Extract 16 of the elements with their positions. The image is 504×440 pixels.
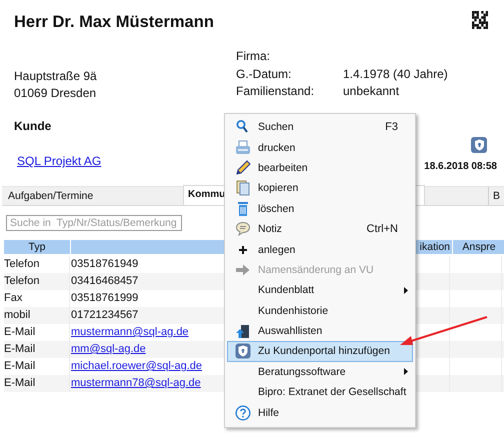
timestamp: 18.6.2018 08:58 [424,161,497,172]
customer-name: Herr Dr. Max Müstermann [14,13,214,32]
address-line: Hauptstraße 9ä [14,68,97,85]
table-cell: mobil [4,307,70,324]
table-cell: E-Mail [4,375,70,392]
customer-category: Kunde [14,118,52,135]
detail-value: 1.4.1978 (40 Jahre) [343,66,448,82]
table-cell: Telefon [4,273,70,290]
address-line: 01069 Dresden [14,85,97,102]
shortcut-label: F3 [385,121,399,134]
shortcut-label: Ctrl+N [366,223,399,236]
table-cell: E-Mail [4,341,70,358]
detail-label: G.-Datum: [236,66,292,82]
detail-value: unbekannt [343,83,400,100]
detail-label: Firma: [236,48,271,65]
detail-label: Familienstand: [236,83,316,100]
